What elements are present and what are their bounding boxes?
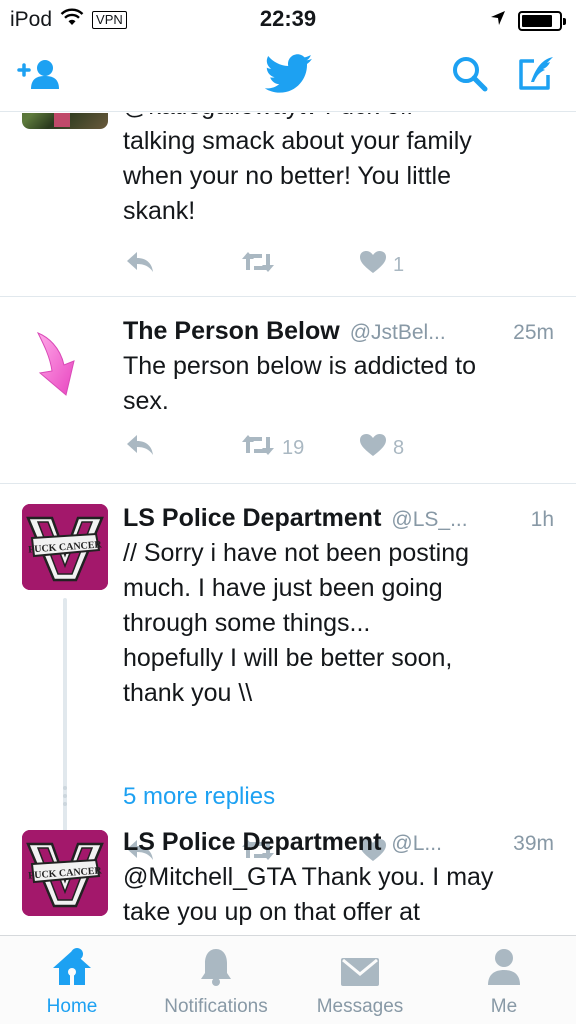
bell-icon: [199, 947, 233, 992]
tweet[interactable]: @katiegallowaytv Fuck off talking smack …: [0, 113, 576, 298]
avatar[interactable]: FUCK CANCER: [22, 504, 108, 590]
battery-icon: [518, 10, 566, 31]
person-icon: [486, 947, 522, 992]
like-count: 1: [393, 253, 405, 276]
tweet-author-name[interactable]: The Person Below: [123, 317, 340, 346]
fuck-cancer-logo: FUCK CANCER: [22, 830, 108, 916]
tweet-text-line: The person below is addicted to: [123, 352, 476, 380]
tweet-text-line: skank!: [123, 197, 196, 225]
tweet-text-line: // Sorry i have not been posting: [123, 539, 470, 567]
tweet-text-line: sex.: [123, 387, 169, 415]
avatar[interactable]: [22, 113, 108, 129]
tweet-author-handle[interactable]: @LS_...: [391, 508, 467, 532]
tweet-text: The person below is addicted to sex.: [123, 349, 556, 419]
tweet-timestamp: 39m: [513, 832, 554, 855]
envelope-icon: [340, 957, 380, 992]
tweet-text-line: hopefully I will be better soon,: [123, 644, 453, 672]
search-icon: [451, 55, 489, 98]
twitter-logo[interactable]: [262, 53, 316, 99]
tweet[interactable]: FUCK CANCER LS Police Department @LS_...…: [0, 484, 576, 888]
like-button[interactable]: 8: [359, 433, 404, 463]
add-user-icon: [17, 58, 63, 95]
tweet-text: @katiegallowaytv Fuck off talking smack …: [123, 113, 556, 229]
retweet-count: 19: [282, 436, 305, 459]
pink-arrow-icon: [34, 332, 96, 401]
tweet[interactable]: FUCK CANCER LS Police Department @L... 3…: [0, 810, 576, 935]
avatar[interactable]: FUCK CANCER: [22, 830, 108, 916]
tab-messages[interactable]: Messages: [300, 936, 420, 1024]
twitter-bird-icon: [264, 53, 313, 99]
compose-button[interactable]: [514, 54, 558, 98]
status-bar: iPod VPN 22:39: [0, 0, 576, 40]
tab-home[interactable]: Home: [20, 936, 124, 1024]
retweet-button[interactable]: [240, 250, 282, 280]
timeline[interactable]: @katiegallowaytv Fuck off talking smack …: [0, 113, 576, 935]
add-user-button[interactable]: [17, 54, 63, 98]
search-button[interactable]: [448, 54, 492, 98]
tweet-text: @Mitchell_GTA Thank you. I may take you …: [123, 860, 556, 930]
avatar-figure: [54, 113, 70, 127]
reply-button[interactable]: [125, 433, 155, 463]
tweet[interactable]: The Person Below @JstBel... 25m The pers…: [0, 297, 576, 484]
tweet-author-handle[interactable]: @JstBel...: [350, 321, 446, 345]
like-button[interactable]: 1: [359, 250, 404, 280]
tweet-author-name[interactable]: LS Police Department: [123, 828, 381, 857]
thread-dots: [63, 786, 67, 806]
compose-icon: [516, 55, 556, 98]
tab-label: Home: [46, 996, 98, 1017]
tab-me[interactable]: Me: [464, 936, 544, 1024]
tweet-text-line: much. I have just been going: [123, 574, 443, 602]
retweet-button[interactable]: 19: [240, 433, 304, 463]
tweet-text-line: take you up on that offer at: [123, 898, 420, 926]
fuck-cancer-logo: FUCK CANCER: [22, 504, 108, 590]
tweet-text-line: thank you \\: [123, 679, 253, 707]
tweet-text: // Sorry i have not been posting much. I…: [123, 536, 556, 711]
heart-icon: [359, 250, 387, 280]
notification-dot: [71, 948, 83, 960]
tweet-text-line: talking smack about your family: [123, 127, 472, 155]
heart-icon: [359, 433, 387, 463]
like-count: 8: [393, 436, 405, 459]
retweet-icon: [240, 250, 276, 280]
location-arrow-icon: [490, 10, 506, 31]
tweet-timestamp: 1h: [530, 508, 554, 531]
retweet-icon: [240, 433, 276, 463]
tweet-text-line: @Mitchell_GTA Thank you. I may: [123, 863, 494, 891]
reply-button[interactable]: [125, 250, 155, 280]
tweet-author-handle[interactable]: @L...: [391, 832, 442, 856]
avatar[interactable]: [34, 331, 96, 396]
tab-notifications[interactable]: Notifications: [146, 936, 286, 1024]
reply-icon: [125, 250, 155, 280]
tweet-text-line: when your no better! You little: [123, 162, 452, 190]
tab-label: Me: [490, 996, 518, 1017]
tweet-timestamp: 25m: [513, 321, 554, 344]
reply-icon: [125, 433, 155, 463]
tab-label: Notifications: [164, 996, 268, 1017]
tab-label: Messages: [316, 996, 404, 1017]
tweet-author-name[interactable]: LS Police Department: [123, 504, 381, 533]
nav-bar: [0, 40, 576, 112]
tweet-text-line: @katiegallowaytv Fuck off: [123, 113, 556, 124]
more-replies-link[interactable]: 5 more replies: [123, 783, 275, 811]
tweet-text-line: through some things...: [123, 609, 371, 637]
tab-bar: Home Notifications Messages Me: [0, 935, 576, 1024]
